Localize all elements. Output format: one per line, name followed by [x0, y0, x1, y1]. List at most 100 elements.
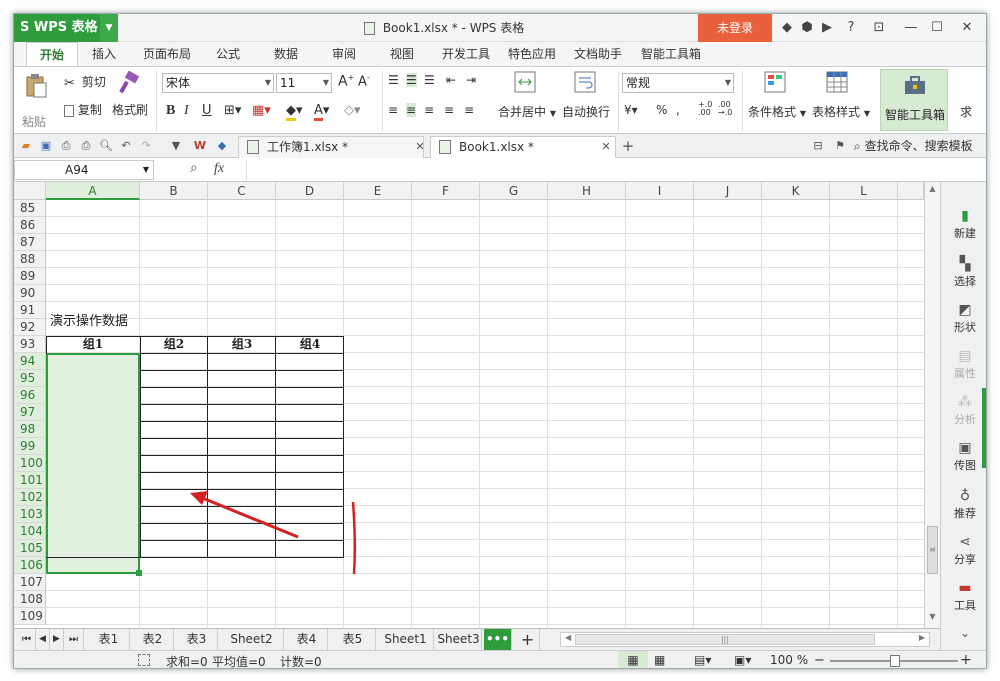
align-right-icon[interactable]: ≡: [424, 103, 434, 117]
align-bottom-icon[interactable]: ☰: [424, 73, 435, 87]
close-tab-icon[interactable]: ✕: [412, 139, 428, 155]
save-icon[interactable]: ▣: [38, 138, 54, 154]
page-break-view-icon[interactable]: ▦: [654, 653, 665, 667]
help-icon[interactable]: ?: [842, 19, 860, 37]
reading-mode-icon[interactable]: ▣▾: [734, 653, 751, 667]
thousands-icon[interactable]: ,: [676, 103, 680, 117]
login-button[interactable]: 未登录: [698, 14, 772, 42]
collapse-icon[interactable]: ⊟: [810, 138, 826, 154]
sheet-tab-7[interactable]: Sheet1: [378, 629, 434, 650]
undo-icon[interactable]: ↶: [118, 138, 134, 154]
font-name-select[interactable]: 宋体 ▼: [162, 73, 274, 93]
align-top-icon[interactable]: ☰: [388, 73, 399, 87]
sidebar-collapse-handle[interactable]: [982, 388, 986, 468]
increase-decimal-icon[interactable]: +.0.00: [698, 101, 712, 117]
restore-ribbon-icon[interactable]: ⊡: [870, 19, 888, 37]
justify-icon[interactable]: ≡: [444, 103, 454, 117]
last-sheet-icon[interactable]: ⏭: [64, 629, 84, 650]
export-pdf-icon[interactable]: ⎙: [58, 138, 74, 154]
border-icon[interactable]: ⊞▾: [224, 103, 241, 118]
align-left-icon[interactable]: ≡: [388, 103, 398, 117]
redo-icon[interactable]: ↷: [138, 138, 154, 154]
sheet-tab-5[interactable]: 表4: [286, 629, 328, 650]
table-style-icon[interactable]: [826, 71, 848, 96]
fill-pattern-icon[interactable]: ▦▾: [252, 103, 271, 118]
table-style-button[interactable]: 表格样式 ▼: [812, 103, 870, 120]
tab-smart-toolbox[interactable]: 智能工具箱: [636, 42, 706, 66]
clear-format-icon[interactable]: ◇▾: [344, 103, 361, 118]
sidebar-item-shape[interactable]: ◩ 形状: [941, 302, 986, 335]
paste-button[interactable]: [24, 73, 48, 102]
tab-page-layout[interactable]: 页面布局: [136, 42, 198, 66]
spreadsheet-grid[interactable]: A B C D E F G H I J K L 85 86 87 88 89 9…: [14, 182, 924, 628]
app-menu-button[interactable]: S WPS 表格 ▼: [14, 14, 118, 42]
add-sheet-icon[interactable]: +: [516, 629, 540, 650]
print-preview-icon[interactable]: 🔍︎: [98, 138, 114, 154]
scroll-right-icon[interactable]: ▶: [919, 633, 925, 642]
sheet-tab-1[interactable]: 表1: [88, 629, 130, 650]
sidebar-item-analyze[interactable]: ⁂ 分析: [941, 394, 986, 427]
feedback-icon[interactable]: ▶: [818, 19, 836, 37]
formula-input[interactable]: [246, 160, 986, 180]
more-sheets-icon[interactable]: •••: [484, 629, 512, 650]
conditional-format-button[interactable]: 条件格式 ▼: [748, 103, 806, 120]
tab-doc-assistant[interactable]: 文档助手: [570, 42, 626, 66]
scroll-down-icon[interactable]: ▼: [927, 612, 938, 624]
sheet-tab-6[interactable]: 表5: [330, 629, 376, 650]
chevron-down-icon[interactable]: ▼: [100, 14, 118, 42]
align-center-icon[interactable]: ≡: [406, 103, 417, 117]
doc-tab-workbook1[interactable]: 工作簿1.xlsx *: [238, 136, 424, 158]
tab-developer[interactable]: 开发工具: [438, 42, 494, 66]
page-layout-view-icon[interactable]: ▤▾: [694, 653, 711, 667]
zoom-level[interactable]: 100 %: [770, 653, 808, 667]
settings-icon[interactable]: ⬢: [798, 19, 816, 37]
doc-tab-book1[interactable]: Book1.xlsx *: [430, 136, 616, 158]
conditional-format-icon[interactable]: [764, 71, 786, 96]
sheet-tab-8[interactable]: Sheet3: [436, 629, 482, 650]
sidebar-item-new[interactable]: ▮ 新建: [941, 208, 986, 241]
prev-sheet-icon[interactable]: ◀: [36, 629, 50, 650]
tab-home[interactable]: 开始: [26, 42, 78, 66]
macro-record-icon[interactable]: [138, 654, 150, 666]
zoom-formula-icon[interactable]: ⌕: [190, 160, 198, 176]
fx-icon[interactable]: fx: [214, 161, 224, 177]
vertical-scrollbar[interactable]: ▲ ≡ ▼: [924, 182, 940, 628]
tab-insert[interactable]: 插入: [82, 42, 126, 66]
zoom-out-icon[interactable]: −: [814, 653, 825, 668]
paste-label[interactable]: 粘贴: [22, 113, 46, 130]
name-box[interactable]: A94 ▼: [14, 160, 154, 180]
percent-icon[interactable]: %: [656, 103, 667, 117]
sidebar-item-share[interactable]: ⋖ 分享: [941, 534, 986, 567]
font-color-icon[interactable]: A▾: [314, 103, 329, 121]
print-icon[interactable]: ⎙: [78, 138, 94, 154]
h-scroll-thumb[interactable]: |||: [575, 634, 875, 645]
sidebar-item-select[interactable]: ▚ 选择: [941, 256, 986, 289]
bold-icon[interactable]: B: [166, 103, 175, 119]
number-format-select[interactable]: 常规 ▼: [622, 73, 734, 93]
wrap-text-button[interactable]: 自动换行: [562, 103, 610, 120]
font-size-select[interactable]: 11 ▼: [276, 73, 332, 93]
normal-view-icon[interactable]: ▦: [618, 651, 648, 668]
copy-button[interactable]: 复制: [64, 101, 102, 118]
wps-w-icon[interactable]: W: [192, 138, 208, 154]
merge-center-icon[interactable]: [514, 71, 536, 96]
zoom-slider-thumb[interactable]: [890, 655, 900, 667]
skin-icon[interactable]: ◆: [778, 19, 796, 37]
decrease-decimal-icon[interactable]: .00 →.0: [718, 101, 732, 117]
next-sheet-icon[interactable]: ▶: [50, 629, 64, 650]
tab-view[interactable]: 视图: [380, 42, 424, 66]
first-sheet-icon[interactable]: ⏮: [18, 629, 36, 650]
scroll-up-icon[interactable]: ▲: [927, 184, 938, 196]
horizontal-scrollbar[interactable]: ◀ ||| ▶: [560, 632, 930, 647]
tab-special[interactable]: 特色应用: [504, 42, 560, 66]
decrease-font-icon[interactable]: A-: [358, 73, 370, 89]
increase-font-icon[interactable]: A+: [338, 73, 354, 90]
command-search[interactable]: ⌕ 查找命令、搜索模板: [854, 134, 973, 158]
tab-data[interactable]: 数据: [264, 42, 308, 66]
close-tab-icon[interactable]: ✕: [598, 139, 614, 155]
cut-button[interactable]: ✂ 剪切: [64, 73, 106, 91]
tab-review[interactable]: 审阅: [322, 42, 366, 66]
sidebar-more-icon[interactable]: ⌄: [941, 626, 986, 640]
merge-center-button[interactable]: 合并居中 ▼: [498, 103, 556, 120]
open-folder-icon[interactable]: ▰: [18, 138, 34, 154]
